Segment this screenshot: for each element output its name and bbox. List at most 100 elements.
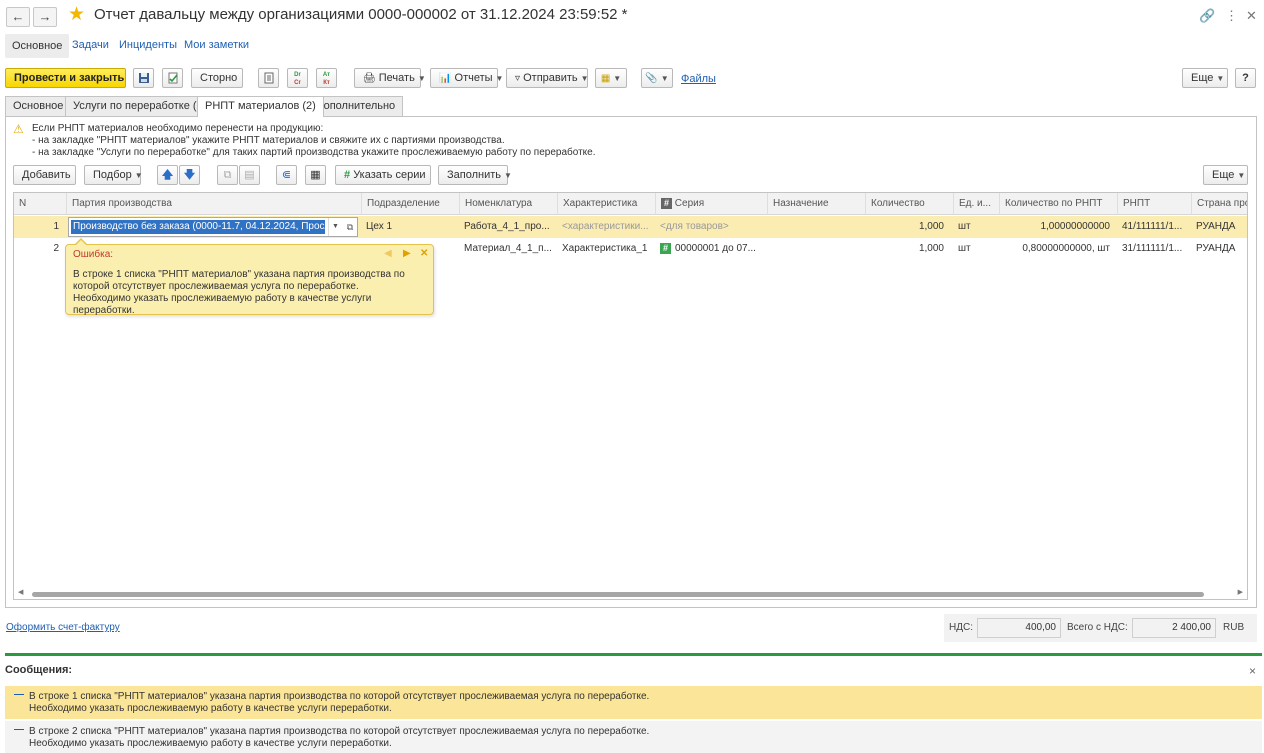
characteristic-cell[interactable]: Характеристика_1 — [557, 238, 655, 260]
country-cell[interactable]: РУАНДА — [1191, 238, 1247, 260]
close-icon[interactable]: × — [1249, 664, 1256, 678]
rnpt-cell[interactable]: 41/111111/1... — [1117, 216, 1191, 238]
column-header[interactable]: Назначение — [767, 193, 865, 215]
table-header: N Партия производства Подразделение Номе… — [14, 193, 1247, 215]
create-invoice-link[interactable]: Оформить счет-фактуру — [6, 622, 120, 633]
storno-button[interactable]: Сторно — [191, 68, 243, 88]
batch-input-value[interactable]: Производство без заказа (0000-11.7, 04.1… — [71, 220, 325, 234]
scrollbar-thumb[interactable] — [32, 592, 1204, 597]
move-up-button[interactable]: 🡅 — [157, 165, 178, 185]
files-link[interactable]: Файлы — [681, 73, 716, 85]
barcode-button[interactable]: ▦ — [305, 165, 326, 185]
nomenclature-cell[interactable]: Материал_4_1_п... — [459, 238, 557, 260]
more-button[interactable]: Еще ▼ — [1182, 68, 1228, 88]
message-text: В строке 2 списка "РНПТ материалов" указ… — [29, 726, 649, 750]
unit-cell[interactable]: шт — [953, 216, 999, 238]
tab-main[interactable]: Основное — [5, 96, 72, 116]
document-list-icon — [264, 72, 273, 84]
notice-text: Если РНПТ материалов необходимо перенест… — [32, 123, 595, 159]
forward-button[interactable]: → — [33, 7, 57, 27]
journal-button[interactable] — [258, 68, 279, 88]
country-cell[interactable]: РУАНДА — [1191, 216, 1247, 238]
copy-row-button[interactable]: ⧉ — [217, 165, 238, 185]
quantity-rnpt-cell[interactable]: 0,80000000000, шт — [999, 238, 1115, 260]
series-grid-icon: # — [344, 169, 351, 181]
division-cell[interactable]: Цех 1 — [361, 216, 459, 238]
help-button[interactable]: ? — [1235, 68, 1256, 88]
close-icon[interactable]: ✕ — [1246, 8, 1257, 24]
send-label: Отправить — [523, 72, 578, 84]
close-icon[interactable]: ✕ — [420, 248, 428, 259]
series-cell[interactable]: #00000001 до 07... — [655, 238, 767, 260]
quantity-cell[interactable]: 1,000 — [865, 238, 949, 260]
column-header[interactable]: Подразделение — [361, 193, 459, 215]
scroll-right-icon[interactable]: ▶ — [1238, 588, 1243, 596]
total-value: 2 400,00 — [1132, 618, 1216, 638]
vat-label: НДС: — [949, 622, 973, 633]
create-based-button[interactable]: ▦ ▼ — [595, 68, 627, 88]
column-header[interactable]: Страна про — [1191, 193, 1247, 215]
tab-processing-services[interactable]: Услуги по переработке (2) — [65, 96, 215, 116]
section-tasks[interactable]: Задачи — [72, 39, 109, 51]
scroll-left-icon[interactable]: ◀ — [18, 588, 23, 596]
unit-cell[interactable]: шт — [953, 238, 999, 260]
link-icon[interactable]: 🔗 — [1199, 8, 1215, 24]
series-cell[interactable]: <для товаров> — [655, 216, 767, 238]
rnpt-cell[interactable]: 31/111111/1... — [1117, 238, 1191, 260]
column-header[interactable]: Количество по РНПТ — [999, 193, 1117, 215]
tab-rnpt-materials[interactable]: РНПТ материалов (2) — [197, 96, 324, 117]
message-item[interactable]: — В строке 1 списка "РНПТ материалов" ук… — [5, 686, 1262, 719]
post-and-close-button[interactable]: Провести и закрыть — [5, 68, 126, 88]
post-button[interactable] — [162, 68, 183, 88]
nomenclature-cell[interactable]: Работа_4_1_про... — [459, 216, 557, 238]
pick-button[interactable]: Подбор ▼ — [84, 165, 143, 185]
chevron-down-icon[interactable]: ▼ — [328, 218, 342, 236]
purpose-cell[interactable] — [767, 238, 865, 260]
save-button[interactable] — [133, 68, 154, 88]
column-header[interactable]: # Серия — [655, 193, 767, 215]
dt-kt-button[interactable]: Dr Cr — [287, 68, 308, 88]
add-row-button[interactable]: Добавить — [13, 165, 76, 185]
link-rows-button[interactable]: ⋐ — [276, 165, 297, 185]
print-button[interactable]: 🖨 Печать ▼ — [354, 68, 426, 88]
row-number: 2 — [53, 243, 59, 254]
section-incidents[interactable]: Инциденты — [119, 39, 177, 51]
batch-input[interactable]: Производство без заказа (0000-11.7, 04.1… — [68, 217, 358, 237]
attachments-button[interactable]: 📎 ▼ — [641, 68, 673, 88]
previous-error-icon[interactable]: ◀ — [384, 248, 392, 259]
kt-label: Cr — [294, 80, 301, 86]
back-button[interactable]: ← — [6, 7, 30, 27]
favorite-star-icon[interactable]: ★ — [68, 4, 85, 26]
series-grid-icon: # — [661, 197, 672, 209]
move-down-button[interactable]: 🡇 — [179, 165, 200, 185]
column-header[interactable]: РНПТ — [1117, 193, 1191, 215]
column-header[interactable]: Количество — [865, 193, 953, 215]
message-item[interactable]: — В строке 2 списка "РНПТ материалов" ук… — [5, 720, 1262, 753]
table-row[interactable]: 1 Производство без заказа (0000-11.7, 04… — [14, 216, 1247, 238]
column-header[interactable]: Ед. и... — [953, 193, 999, 215]
purpose-cell[interactable] — [767, 216, 865, 238]
at-kt-button[interactable]: Ат Кт — [316, 68, 337, 88]
column-header[interactable]: Партия производства — [66, 193, 361, 215]
reports-button[interactable]: 📊 Отчеты ▼ — [430, 68, 503, 88]
column-header[interactable]: Характеристика — [557, 193, 655, 215]
section-main[interactable]: Основное — [5, 34, 70, 58]
horizontal-scrollbar[interactable]: ◀ ▶ — [14, 588, 1247, 599]
characteristic-cell[interactable]: <характеристики... — [557, 216, 655, 238]
column-header[interactable]: N — [14, 193, 66, 215]
table-more-button[interactable]: Еще ▼ — [1203, 165, 1248, 185]
next-error-icon[interactable]: ▶ — [403, 248, 411, 259]
fill-button[interactable]: Заполнить ▼ — [438, 165, 512, 185]
chevron-down-icon: ▼ — [660, 74, 669, 83]
error-line: Необходимо указать прослеживаемую работу… — [73, 293, 372, 316]
send-button[interactable]: ▿ Отправить ▼ — [506, 68, 589, 88]
quantity-rnpt-cell[interactable]: 1,00000000000 — [999, 216, 1115, 238]
specify-series-button[interactable]: # Указать серии — [335, 165, 431, 185]
section-notes[interactable]: Мои заметки — [184, 39, 249, 51]
quantity-cell[interactable]: 1,000 — [865, 216, 949, 238]
column-header[interactable]: Номенклатура — [459, 193, 557, 215]
total-label: Всего с НДС: — [1067, 622, 1128, 633]
open-icon[interactable]: ⧉ — [343, 218, 357, 236]
paste-row-button[interactable]: ▤ — [239, 165, 260, 185]
more-vertical-icon[interactable]: ⋮ — [1225, 8, 1238, 24]
